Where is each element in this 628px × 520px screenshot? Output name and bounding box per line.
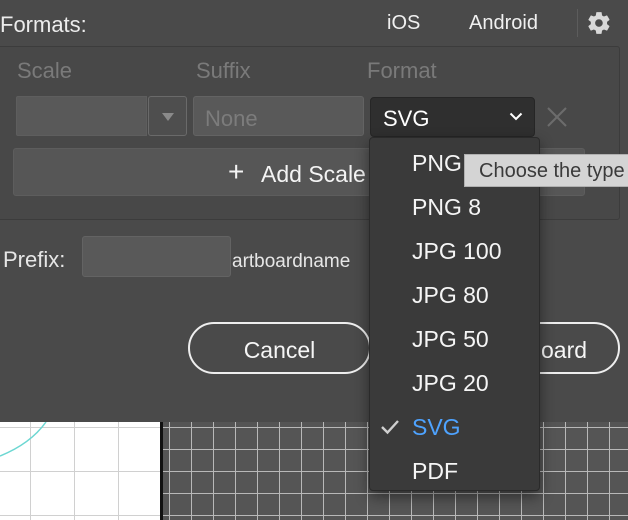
header-divider	[577, 9, 578, 37]
export-button-label: oard	[541, 337, 588, 363]
menu-item-label: PNG 8	[412, 194, 482, 220]
prefix-hint: artboardname	[232, 251, 351, 272]
menu-item-label: PNG	[412, 150, 462, 176]
menu-item-label: PDF	[412, 458, 458, 484]
tab-ios[interactable]: iOS	[387, 12, 420, 35]
prefix-label: Prefix:	[3, 247, 66, 272]
artwork-curve	[0, 422, 47, 457]
format-column-header: Format	[367, 58, 437, 83]
menu-item-png-8[interactable]: PNG 8	[370, 184, 539, 228]
menu-item-pdf[interactable]: PDF	[370, 448, 539, 492]
scale-column-header: Scale	[17, 58, 73, 83]
menu-item-jpg-80[interactable]: JPG 80	[370, 272, 539, 316]
menu-item-jpg-50[interactable]: JPG 50	[370, 316, 539, 360]
cancel-button-label: Cancel	[243, 337, 316, 363]
checkmark-icon	[381, 420, 399, 435]
menu-item-label: JPG 50	[412, 326, 489, 352]
gear-icon[interactable]	[586, 10, 612, 36]
suffix-input[interactable]: None	[193, 96, 364, 136]
menu-item-jpg-100[interactable]: JPG 100	[370, 228, 539, 272]
menu-item-label: JPG 80	[412, 282, 489, 308]
menu-item-jpg-20[interactable]: JPG 20	[370, 360, 539, 404]
format-select-value: SVG	[383, 106, 430, 131]
format-select[interactable]: SVG	[370, 97, 535, 137]
add-scale-label: Add Scale	[261, 161, 366, 187]
formats-label: Formats:	[0, 12, 87, 37]
plus-icon: +	[228, 156, 245, 187]
scale-input[interactable]	[16, 96, 147, 136]
tooltip-text: Choose the type	[479, 160, 625, 182]
suffix-column-header: Suffix	[196, 58, 251, 83]
menu-item-label: JPG 20	[412, 370, 489, 396]
format-dropdown-menu: PNG PNG 8 JPG 100 JPG 80 JPG 50 JPG 20 S…	[369, 137, 540, 491]
menu-item-label: JPG 100	[412, 238, 502, 264]
tooltip: Choose the type	[464, 154, 628, 187]
tab-android[interactable]: Android	[469, 12, 538, 35]
menu-item-svg[interactable]: SVG	[370, 404, 539, 448]
prefix-input[interactable]	[82, 236, 231, 277]
scale-dropdown-button[interactable]	[148, 96, 187, 136]
chevron-down-icon	[509, 112, 523, 121]
menu-item-label: SVG	[412, 414, 461, 440]
cancel-button[interactable]: Cancel	[188, 322, 371, 374]
close-icon[interactable]	[546, 106, 568, 128]
